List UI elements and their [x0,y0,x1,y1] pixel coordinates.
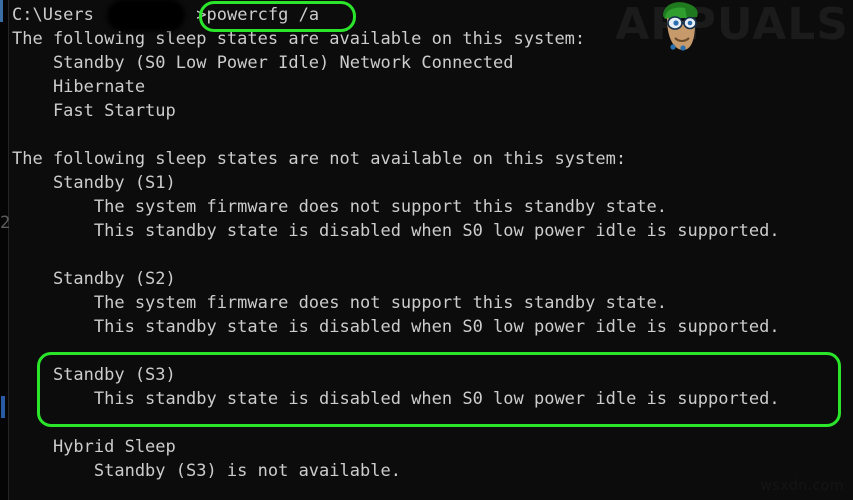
console-line-s1-title: Standby (S1) [12,173,176,193]
window-caret-marker [0,0,3,22]
console-line-spacer-1 [9,123,853,147]
console-line-s3-title: Standby (S3) [12,365,176,385]
prompt-command: powercfg /a [206,5,320,25]
console-line-spacer-2 [9,243,853,267]
console-line-spacer-3 [9,339,853,363]
prompt-path: C:\Users [12,5,94,25]
console-line-s3-reason-1: This standby state is disabled when S0 l… [12,389,780,409]
command-prompt-window[interactable]: 2 C:\Users >powercfg /a The following sl… [0,0,853,500]
window-left-edge [0,0,9,500]
username-redaction-blob [110,3,182,28]
console-line-available-hibernate: Hibernate [12,77,146,97]
console-line-s2-reason-1: The system firmware does not support thi… [12,293,668,313]
console-line-s2-reason-2: This standby state is disabled when S0 l… [12,317,780,337]
console-line-hybrid-title: Hybrid Sleep [12,437,176,457]
console-line-unavailable-header: The following sleep states are not avail… [12,149,627,169]
console-line-s2-title: Standby (S2) [12,269,176,289]
console-output-lines: The following sleep states are available… [9,27,853,483]
edge-ghost-character: 2 [0,213,9,233]
scrollbar-fragment[interactable] [1,396,5,418]
console-line-s1-reason-2: This standby state is disabled when S0 l… [12,221,780,241]
console-text-area[interactable]: C:\Users >powercfg /a The following slee… [9,0,853,500]
console-line-hybrid-reason-1: Standby (S3) is not available. [12,461,401,481]
console-line-available-header: The following sleep states are available… [12,29,586,49]
console-line-s1-reason-1: The system firmware does not support thi… [12,197,668,217]
console-line-available-fast-startup: Fast Startup [12,101,176,121]
console-line-spacer-4 [9,411,853,435]
prompt-separator: > [196,5,207,25]
console-line-available-s0: Standby (S0 Low Power Idle) Network Conn… [12,53,514,73]
